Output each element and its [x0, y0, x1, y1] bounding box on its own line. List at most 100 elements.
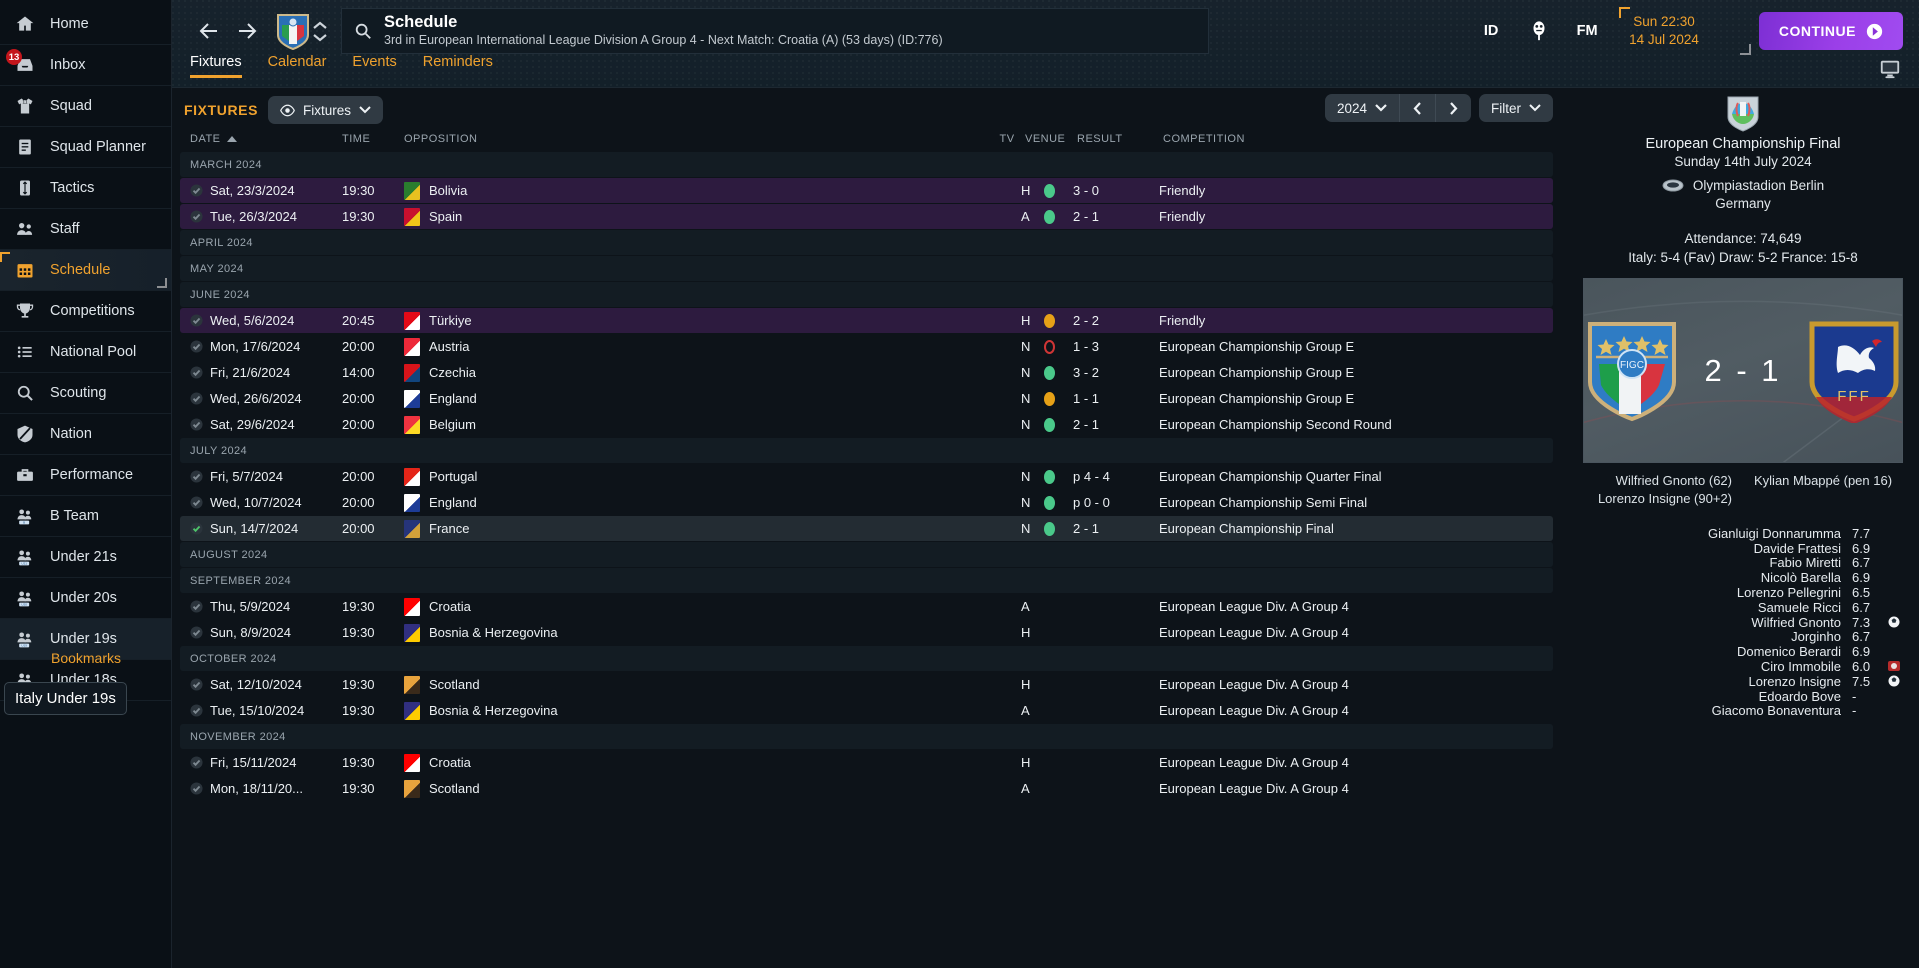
match-odds: Italy: 5-4 (Fav) Draw: 5-2 France: 15-8	[1628, 250, 1858, 265]
player-name: Samuele Ricci	[1757, 599, 1841, 615]
month-header: JUNE 2024	[180, 282, 1553, 307]
player-rating-row[interactable]: Jorginho 6.7	[1578, 629, 1908, 644]
table-row[interactable]: Wed, 5/6/2024 20:45 Türkiye H 2 - 2 Friendly	[180, 308, 1553, 333]
fixture-competition: European Championship Quarter Final	[1159, 469, 1382, 484]
up-down-icon[interactable]	[313, 21, 327, 42]
fm-icon[interactable]: FM	[1563, 9, 1611, 53]
sidebar-item-schedule[interactable]: Schedule	[0, 250, 171, 291]
player-rating-row[interactable]: Domenico Berardi 6.9	[1578, 644, 1908, 659]
column-time[interactable]: TIME	[342, 133, 404, 145]
view-selector[interactable]: Fixtures	[268, 96, 384, 124]
filter-button[interactable]: Filter	[1479, 94, 1553, 122]
fixture-venue: A	[1021, 781, 1030, 796]
fixtures-table: MARCH 2024 Sat, 23/3/2024 19:30 Bolivia H 3 -…	[172, 150, 1567, 801]
column-competition[interactable]: COMPETITION	[1163, 133, 1553, 145]
fixture-competition: European Championship Group E	[1159, 391, 1355, 406]
player-rating-row[interactable]: Samuele Ricci 6.7	[1578, 600, 1908, 615]
player-rating-row[interactable]: Lorenzo Insigne 7.5	[1578, 674, 1908, 689]
year-selector[interactable]: 2024	[1325, 94, 1400, 122]
sidebar-item-competitions[interactable]: Competitions	[0, 291, 171, 332]
table-row[interactable]: Sat, 29/6/2024 20:00 Belgium N 2 - 1 European…	[180, 412, 1553, 437]
sidebar-item-label: Squad	[50, 98, 92, 114]
player-rating-row[interactable]: Davide Frattesi 6.9	[1578, 541, 1908, 556]
table-row[interactable]: Fri, 15/11/2024 19:30 Croatia H European Lea…	[180, 750, 1553, 775]
sidebar-item-inbox[interactable]: 13 Inbox	[0, 45, 171, 86]
opposition-name: Scotland	[429, 677, 480, 692]
table-row[interactable]: Thu, 5/9/2024 19:30 Croatia A European Leagu…	[180, 594, 1553, 619]
table-row[interactable]: Sat, 12/10/2024 19:30 Scotland H European Le…	[180, 672, 1553, 697]
player-rating-row[interactable]: Gianluigi Donnarumma 7.7	[1578, 526, 1908, 541]
fixture-date: Wed, 26/6/2024	[210, 391, 302, 406]
back-arrow-icon[interactable]	[190, 13, 228, 49]
forward-arrow-icon[interactable]	[228, 13, 266, 49]
fixture-competition: European Championship Group E	[1159, 365, 1355, 380]
player-rating-row[interactable]: Wilfried Gnonto 7.3	[1578, 615, 1908, 630]
sidebar-item-label: Staff	[50, 221, 80, 237]
fixture-competition: Friendly	[1159, 209, 1206, 224]
bookmarks-label[interactable]: Bookmarks	[0, 640, 172, 676]
sidebar-item-b-team[interactable]: B B Team	[0, 496, 171, 537]
fixture-date: Mon, 18/11/20...	[210, 781, 303, 796]
player-rating-row[interactable]: Fabio Miretti 6.7	[1578, 555, 1908, 570]
table-row[interactable]: Fri, 21/6/2024 14:00 Czechia N 3 - 2 European…	[180, 360, 1553, 385]
sidebar-item-scouting[interactable]: Scouting	[0, 373, 171, 414]
scoreline-card[interactable]: FIGC 2 - 1 FFF	[1583, 278, 1903, 463]
fixture-time: 19:30	[342, 703, 375, 718]
table-row[interactable]: Tue, 26/3/2024 19:30 Spain A 2 - 1 Friendly	[180, 204, 1553, 229]
opposition-flag-icon	[404, 337, 420, 356]
table-row[interactable]: Wed, 10/7/2024 20:00 England Np 0 - 0 Europe…	[180, 490, 1553, 515]
sidebar-item-under-20s[interactable]: U20 Under 20s	[0, 578, 171, 619]
player-rating-row[interactable]: Edoardo Bove -	[1578, 689, 1908, 704]
continue-button[interactable]: CONTINUE	[1758, 12, 1903, 50]
table-row[interactable]: Wed, 26/6/2024 20:00 England N 1 - 1 European…	[180, 386, 1553, 411]
column-date[interactable]: DATE	[190, 133, 342, 145]
sidebar-item-label: Under 20s	[50, 590, 117, 606]
team-crest-icon[interactable]	[276, 12, 310, 50]
fixture-date: Fri, 5/7/2024	[210, 469, 283, 484]
id-icon[interactable]: ID	[1467, 9, 1515, 53]
player-rating-row[interactable]: Nicolò Barella 6.9	[1578, 570, 1908, 585]
table-row[interactable]: Sun, 8/9/2024 19:30 Bosnia & Herzegovina H E…	[180, 620, 1553, 645]
fixture-result: 1 - 3	[1073, 339, 1100, 354]
table-row[interactable]: Mon, 17/6/2024 20:00 Austria N 1 - 3 European…	[180, 334, 1553, 359]
sidebar-item-squad[interactable]: 11 Squad	[0, 86, 171, 127]
monitor-icon[interactable]	[1879, 58, 1901, 80]
search-input[interactable]: Schedule 3rd in European International L…	[341, 8, 1209, 54]
sidebar-item-under-21s[interactable]: U21 Under 21s	[0, 537, 171, 578]
result-indicator-w	[1043, 209, 1055, 224]
sidebar-item-label: Inbox	[50, 57, 86, 73]
player-event-icon	[1882, 661, 1908, 672]
column-result[interactable]: RESULT	[1077, 133, 1163, 145]
tactics-icon	[14, 177, 36, 199]
tab-events[interactable]: Events	[352, 54, 396, 78]
opposition-name: Belgium	[429, 417, 476, 432]
sidebar-item-squad-planner[interactable]: Squad Planner	[0, 127, 171, 168]
table-row[interactable]: Sat, 23/3/2024 19:30 Bolivia H 3 - 0 Friendly	[180, 178, 1553, 203]
sidebar-item-home[interactable]: Home	[0, 4, 171, 45]
fixture-time: 19:30	[342, 625, 375, 640]
chevron-down-icon	[359, 106, 371, 114]
player-rating-row[interactable]: Giacomo Bonaventura -	[1578, 703, 1908, 718]
fixture-time: 19:30	[342, 677, 375, 692]
player-rating-row[interactable]: Ciro Immobile 6.0	[1578, 659, 1908, 674]
column-venue[interactable]: VENUE	[1025, 133, 1077, 145]
player-rating-row[interactable]: Lorenzo Pellegrini 6.5	[1578, 585, 1908, 600]
table-row[interactable]: Fri, 5/7/2024 20:00 Portugal Np 4 - 4 Europe…	[180, 464, 1553, 489]
sidebar-item-tactics[interactable]: Tactics	[0, 168, 171, 209]
next-year-button[interactable]	[1436, 94, 1471, 122]
table-row[interactable]: Tue, 15/10/2024 19:30 Bosnia & Herzegovina…	[180, 698, 1553, 723]
sidebar-item-nation[interactable]: Nation	[0, 414, 171, 455]
tab-calendar[interactable]: Calendar	[268, 54, 327, 78]
table-row[interactable]: Mon, 18/11/20... 19:30 Scotland A European L…	[180, 776, 1553, 801]
tab-fixtures[interactable]: Fixtures	[190, 54, 242, 78]
sidebar-item-performance[interactable]: Performance	[0, 455, 171, 496]
sidebar-item-national-pool[interactable]: National Pool	[0, 332, 171, 373]
sidebar-item-staff[interactable]: Staff	[0, 209, 171, 250]
tab-reminders[interactable]: Reminders	[423, 54, 493, 78]
column-tv[interactable]: TV	[989, 133, 1025, 145]
match-score: 2 - 1	[1704, 352, 1782, 388]
prev-year-button[interactable]	[1400, 94, 1436, 122]
column-opposition[interactable]: OPPOSITION	[404, 133, 989, 145]
podcast-icon[interactable]	[1515, 9, 1563, 53]
table-row[interactable]: Sun, 14/7/2024 20:00 France N 2 - 1 European …	[180, 516, 1553, 541]
